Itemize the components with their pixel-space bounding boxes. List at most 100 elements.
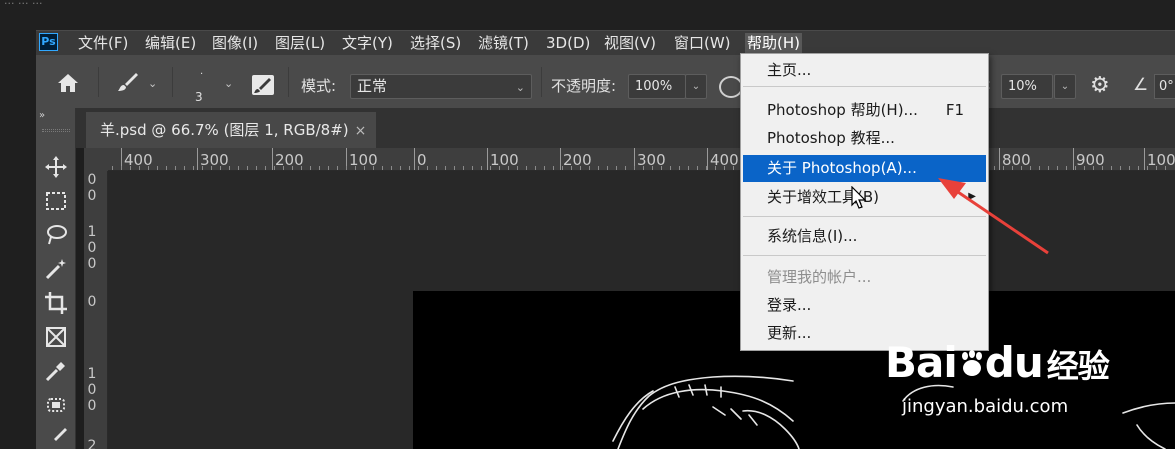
brush-settings-panel-icon[interactable]	[252, 75, 274, 95]
ruler-minor-tick	[517, 166, 518, 170]
ruler-tick-label: 2	[87, 438, 97, 449]
panel-grip[interactable]	[42, 129, 70, 132]
crop-tool-icon[interactable]	[41, 288, 71, 318]
menu-item-about-photoshop[interactable]: 关于 Photoshop(A)...	[743, 155, 986, 182]
document-tab[interactable]: 羊.psd @ 66.7% (图层 1, RGB/8#) ×	[86, 112, 377, 148]
ruler-minor-tick	[1129, 166, 1130, 170]
ruler-minor-tick	[427, 166, 428, 170]
ruler-minor-tick	[499, 166, 500, 170]
opacity-label: 不透明度:	[551, 77, 617, 95]
menu-window[interactable]: 窗口(W)	[672, 33, 733, 53]
ruler-minor-tick	[337, 166, 338, 170]
ruler-minor-tick	[472, 166, 473, 170]
ruler-minor-tick	[733, 166, 734, 170]
ruler-minor-tick	[508, 166, 509, 170]
paw-icon	[961, 350, 982, 376]
menu-item-home[interactable]: 主页...	[743, 58, 986, 82]
menu-select[interactable]: 选择(S)	[408, 33, 463, 53]
menu-separator	[743, 255, 986, 256]
chevron-down-icon[interactable]: ⌄	[148, 77, 157, 90]
options-bar: ⌄ · 3 ⌄ 模式: 正常 ⌄ 不透明度: 100% ⌄ : 10% ⌄ ⚙ …	[36, 54, 1175, 108]
ruler-minor-tick	[697, 166, 698, 170]
menu-image[interactable]: 图像(I)	[210, 33, 260, 53]
ruler-minor-tick	[661, 166, 662, 170]
blend-mode-value: 正常	[357, 77, 388, 95]
ruler-minor-tick	[1165, 166, 1166, 170]
menu-separator	[743, 216, 986, 217]
magic-wand-tool-icon[interactable]	[41, 254, 71, 284]
menu-filter[interactable]: 滤镜(T)	[476, 33, 531, 53]
ruler-minor-tick	[1138, 166, 1139, 170]
collapse-icon[interactable]: »	[39, 110, 45, 121]
opacity-dropdown-button[interactable]: ⌄	[685, 74, 707, 99]
ruler-minor-tick	[355, 166, 356, 170]
menubar: Ps 文件(F) 编辑(E) 图像(I) 图层(L) 文字(Y) 选择(S) 滤…	[36, 30, 1175, 54]
home-icon[interactable]	[56, 72, 80, 94]
menu-item-photoshop-help[interactable]: Photoshop 帮助(H)... F1	[743, 98, 986, 122]
ruler-tick-label: 1	[87, 366, 97, 382]
flow-dropdown-button[interactable]: ⌄	[1054, 74, 1076, 99]
menu-item-shortcut: F1	[945, 101, 964, 119]
mode-label: 模式:	[301, 77, 337, 95]
chevron-down-icon[interactable]: ⌄	[224, 77, 233, 90]
ruler-minor-tick	[400, 166, 401, 170]
ruler-minor-tick	[679, 166, 680, 170]
ruler-tick-label: 200	[275, 151, 304, 169]
move-tool-icon[interactable]	[41, 152, 71, 182]
menu-type[interactable]: 文字(Y)	[340, 33, 395, 53]
close-icon[interactable]: ×	[355, 123, 367, 139]
menu-item-photoshop-tutorials[interactable]: Photoshop 教程...	[743, 126, 986, 150]
ruler-tick-label: 900	[1076, 151, 1105, 169]
ruler-minor-tick	[265, 166, 266, 170]
ruler-minor-tick	[1147, 166, 1148, 170]
frame-tool-icon[interactable]	[41, 322, 71, 352]
ruler-minor-tick	[643, 166, 644, 170]
opacity-input[interactable]: 100%	[628, 74, 686, 99]
ruler-minor-tick	[1039, 166, 1040, 170]
angle-input[interactable]: 0°	[1154, 74, 1175, 99]
eyedropper-tool-icon[interactable]	[41, 356, 71, 386]
marquee-tool-icon[interactable]	[41, 186, 71, 216]
ruler-major-tick	[487, 148, 488, 170]
blend-mode-select[interactable]: 正常 ⌄	[350, 74, 532, 99]
lasso-tool-icon[interactable]	[41, 220, 71, 250]
menu-file[interactable]: 文件(F)	[76, 33, 130, 53]
vertical-ruler[interactable]: 0010001002	[84, 171, 108, 449]
ruler-minor-tick	[445, 166, 446, 170]
ruler-minor-tick	[256, 166, 257, 170]
menu-3d[interactable]: 3D(D)	[544, 33, 592, 53]
brush-size-preview[interactable]: ·	[200, 69, 203, 80]
menu-item-sign-in[interactable]: 登录...	[743, 293, 986, 317]
horizontal-ruler[interactable]: 40030020010001002003004008009001000	[108, 148, 1175, 171]
flow-input[interactable]: 10%	[1001, 74, 1053, 99]
menu-view[interactable]: 视图(V)	[602, 33, 658, 53]
brush-tool-icon[interactable]	[116, 71, 138, 93]
ruler-corner[interactable]	[84, 148, 108, 171]
ruler-minor-tick	[616, 166, 617, 170]
menu-help[interactable]: 帮助(H)	[745, 33, 802, 53]
mouse-cursor-icon	[851, 186, 867, 209]
ruler-minor-tick	[238, 166, 239, 170]
ruler-minor-tick	[364, 166, 365, 170]
ruler-minor-tick	[1066, 166, 1067, 170]
ruler-tick-label: 100	[490, 151, 519, 169]
ruler-minor-tick	[184, 166, 185, 170]
ruler-minor-tick	[193, 166, 194, 170]
menu-item-label: 登录...	[767, 296, 812, 314]
ruler-minor-tick	[706, 166, 707, 170]
ruler-minor-tick	[148, 166, 149, 170]
ruler-major-tick	[707, 148, 708, 170]
document-tab-title: 羊.psd @ 66.7% (图层 1, RGB/8#)	[100, 121, 349, 139]
ruler-tick-label: 0	[87, 382, 97, 398]
ruler-minor-tick	[202, 166, 203, 170]
healing-brush-tool-icon[interactable]	[41, 390, 71, 420]
menu-edit[interactable]: 编辑(E)	[143, 33, 198, 53]
menu-layer[interactable]: 图层(L)	[273, 33, 327, 53]
ruler-minor-tick	[274, 166, 275, 170]
photoshop-logo[interactable]: Ps	[39, 33, 58, 51]
gear-icon[interactable]: ⚙	[1090, 73, 1110, 98]
ruler-minor-tick	[211, 166, 212, 170]
ruler-minor-tick	[409, 166, 410, 170]
menu-item-system-info[interactable]: 系统信息(I)...	[743, 224, 986, 248]
brush-tool-icon[interactable]	[41, 424, 71, 449]
